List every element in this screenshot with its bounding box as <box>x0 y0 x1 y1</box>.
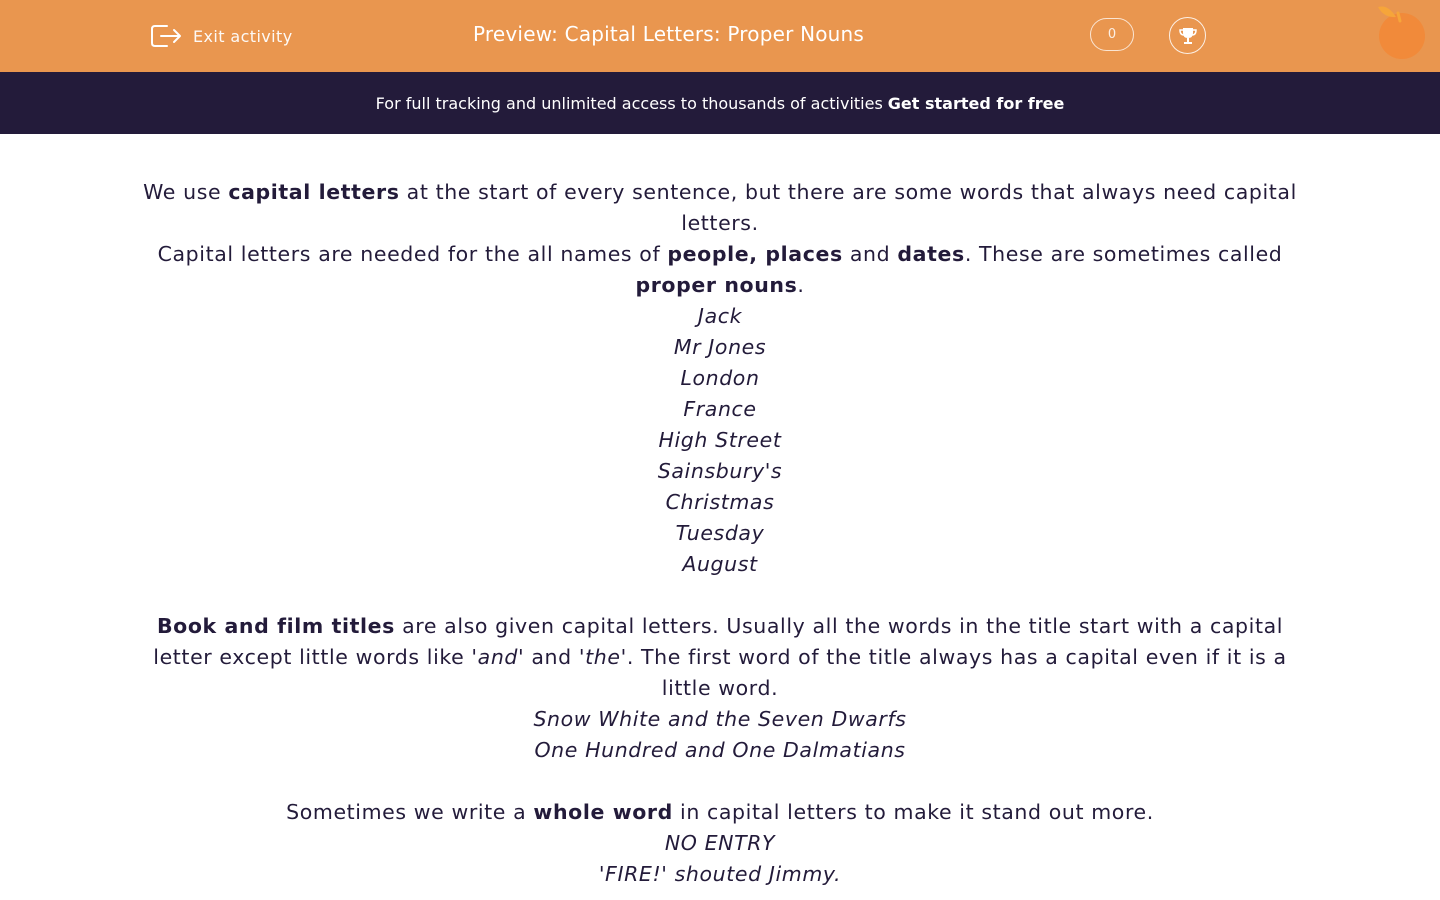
whole-word-example: 'FIRE!' shouted Jimmy. <box>598 862 842 886</box>
banner-text: For full tracking and unlimited access t… <box>375 93 883 113</box>
bold-text: people, places <box>667 242 843 266</box>
intro-paragraph-2: Capital letters are needed for the all n… <box>140 239 1300 301</box>
example-item: August <box>682 552 758 576</box>
top-bar: Exit activity Preview: Capital Letters: … <box>0 0 1440 72</box>
example-item: Mr Jones <box>673 335 767 359</box>
text: We use <box>143 180 229 204</box>
title-example: One Hundred and One Dalmatians <box>534 738 906 762</box>
lesson-content: We use capital letters at the start of e… <box>140 134 1300 890</box>
orange-logo <box>1378 6 1425 59</box>
example-item: Christmas <box>665 490 775 514</box>
example-item: Tuesday <box>675 521 765 545</box>
text: in capital letters to make it stand out … <box>672 800 1154 824</box>
text: ' and ' <box>518 645 586 669</box>
exit-icon <box>151 25 181 47</box>
intro-paragraph-1: We use capital letters at the start of e… <box>140 177 1300 239</box>
bold-text: Book and film titles <box>156 614 395 638</box>
text: and <box>842 242 898 266</box>
signup-banner: For full tracking and unlimited access t… <box>0 72 1440 134</box>
example-item: Jack <box>697 304 743 328</box>
text: . <box>797 273 805 297</box>
text: . These are sometimes called <box>964 242 1283 266</box>
bold-text: whole word <box>533 800 673 824</box>
page-title: Preview: Capital Letters: Proper Nouns <box>473 22 865 46</box>
text: at the start of every sentence, but ther… <box>399 180 1297 235</box>
title-example: Snow White and the Seven Dwarfs <box>533 707 907 731</box>
whole-word-example: NO ENTRY <box>664 831 776 855</box>
exit-activity-label: Exit activity <box>193 26 293 46</box>
example-item: High Street <box>658 428 782 452</box>
bold-text: proper nouns <box>635 273 798 297</box>
trophy-icon <box>1178 27 1197 44</box>
italic-text: and <box>477 645 519 669</box>
example-item: Sainsbury's <box>657 459 783 483</box>
titles-paragraph: Book and film titles are also given capi… <box>140 611 1300 704</box>
bold-text: capital letters <box>228 180 400 204</box>
bold-text: dates <box>897 242 965 266</box>
text: '. The first word of the title always ha… <box>620 645 1287 700</box>
score-badge: 0 <box>1090 18 1134 51</box>
example-item: France <box>683 397 757 421</box>
whole-word-paragraph: Sometimes we write a whole word in capit… <box>140 797 1300 828</box>
text: Sometimes we write a <box>286 800 534 824</box>
text: Capital letters are needed for the all n… <box>157 242 668 266</box>
get-started-link[interactable]: Get started for free <box>888 94 1065 113</box>
italic-text: the <box>585 645 621 669</box>
example-item: London <box>680 366 760 390</box>
exit-activity-button[interactable]: Exit activity <box>150 22 293 50</box>
trophy-button[interactable] <box>1169 17 1206 54</box>
